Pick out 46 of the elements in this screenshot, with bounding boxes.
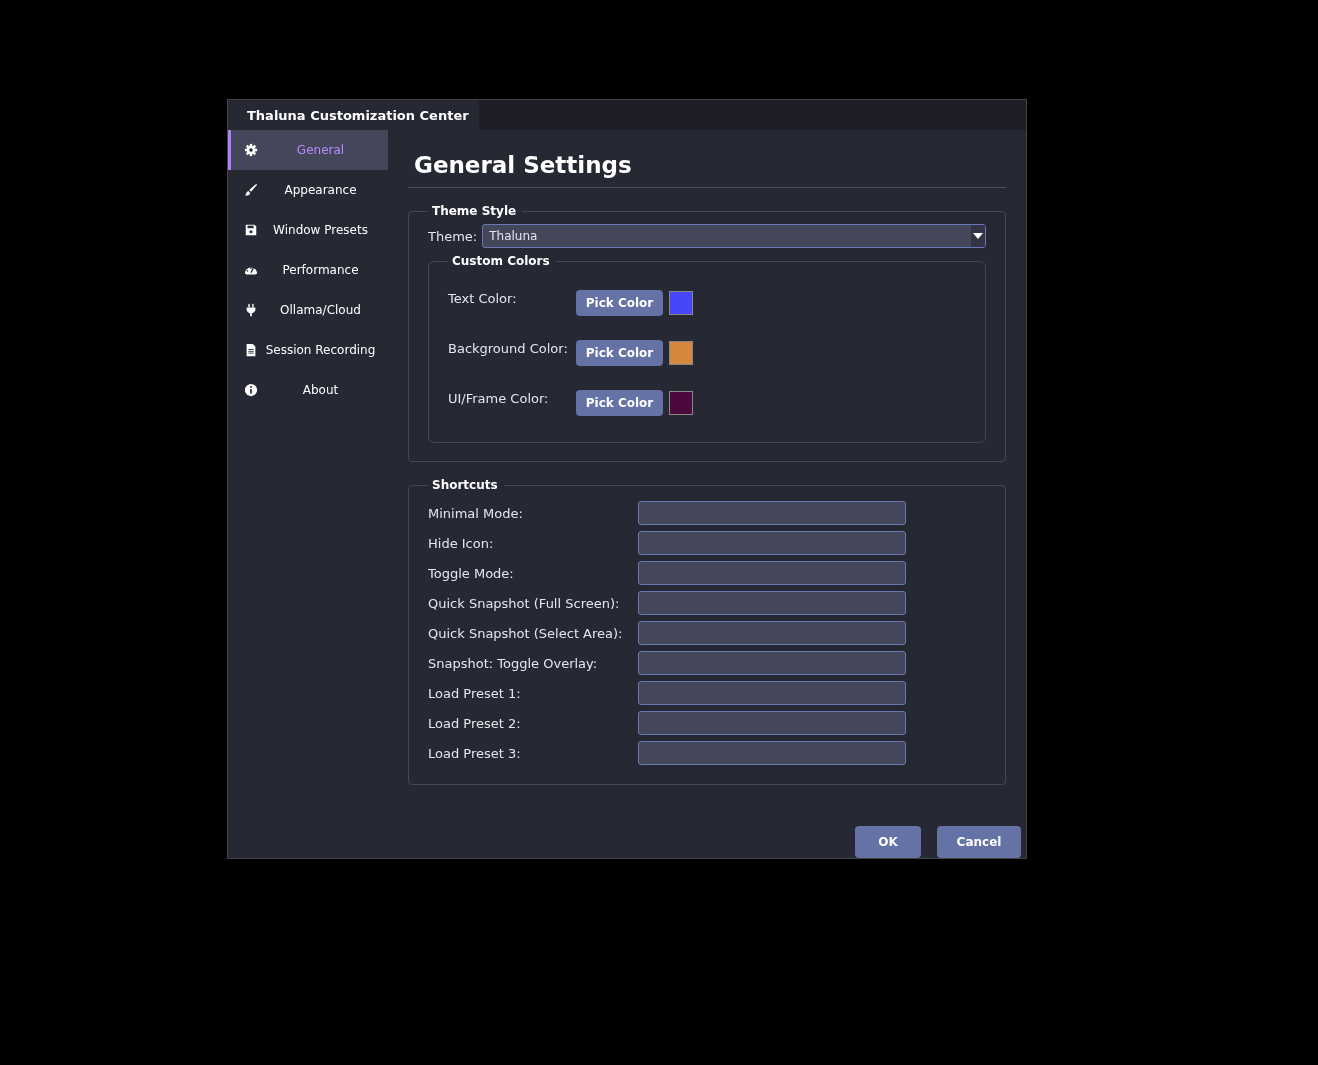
shortcut-label: Snapshot: Toggle Overlay:	[428, 655, 599, 671]
sidebar-item[interactable]: Appearance	[228, 170, 388, 210]
shortcut-label: Hide Icon:	[428, 535, 495, 551]
color-label: Text Color:	[448, 290, 518, 306]
document-icon	[244, 343, 258, 357]
sidebar-item[interactable]: About	[228, 370, 388, 410]
cancel-button[interactable]: Cancel	[937, 826, 1021, 858]
pick-color-button[interactable]: Pick Color	[576, 290, 663, 316]
plug-icon	[244, 303, 258, 317]
group-title: Theme Style	[431, 204, 518, 218]
sidebar-item[interactable]: Session Recording	[228, 330, 388, 370]
shortcut-field[interactable]	[638, 621, 906, 645]
sidebar-item[interactable]: Performance	[228, 250, 388, 290]
shortcut-field[interactable]	[638, 501, 906, 525]
shortcut-label: Quick Snapshot (Select Area):	[428, 625, 624, 641]
info-icon	[244, 383, 258, 397]
brush-icon	[244, 183, 258, 197]
group-title: Shortcuts	[431, 478, 499, 492]
shortcut-field[interactable]	[638, 651, 906, 675]
floppy-icon	[244, 223, 258, 237]
shortcut-label: Minimal Mode:	[428, 505, 524, 521]
shortcut-label: Load Preset 1:	[428, 685, 522, 701]
shortcut-field[interactable]	[638, 711, 906, 735]
shortcut-label: Load Preset 2:	[428, 715, 522, 731]
shortcut-field[interactable]	[638, 561, 906, 585]
pick-color-button[interactable]: Pick Color	[576, 390, 663, 416]
shortcut-field[interactable]	[638, 681, 906, 705]
theme-label: Theme:	[428, 228, 478, 244]
group-title: Custom Colors	[451, 254, 551, 268]
shortcut-label: Load Preset 3:	[428, 745, 522, 761]
sidebar-item[interactable]: General	[228, 130, 388, 170]
color-label: UI/Frame Color:	[448, 390, 550, 406]
shortcut-field[interactable]	[638, 741, 906, 765]
theme-dropdown[interactable]: Thaluna	[482, 224, 986, 248]
shortcut-field[interactable]	[638, 591, 906, 615]
settings-icon	[244, 143, 258, 157]
page-heading: General Settings	[413, 152, 633, 178]
pick-color-button[interactable]: Pick Color	[576, 340, 663, 366]
window-title: Thaluna Customization Center	[228, 100, 479, 130]
color-label: Background Color:	[448, 340, 569, 356]
sidebar-item[interactable]: Window Presets	[228, 210, 388, 250]
shortcut-field[interactable]	[638, 531, 906, 555]
shortcut-label: Quick Snapshot (Full Screen):	[428, 595, 621, 611]
ok-button[interactable]: OK	[855, 826, 921, 858]
shortcut-label: Toggle Mode:	[428, 565, 515, 581]
sidebar-item[interactable]: Ollama/Cloud	[228, 290, 388, 330]
